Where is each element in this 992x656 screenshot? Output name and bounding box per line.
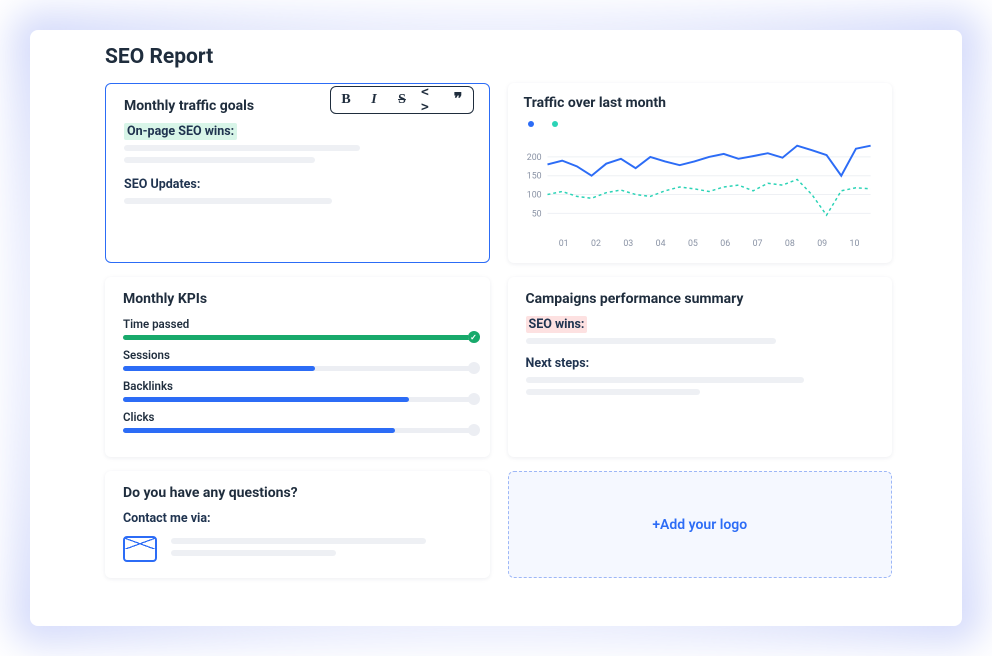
kpi-end-marker: [468, 362, 480, 374]
code-button[interactable]: < >: [421, 91, 439, 109]
placeholder-line: [124, 198, 332, 204]
kpi-label: Backlinks: [123, 379, 472, 393]
svg-text:06: 06: [720, 239, 730, 249]
kpi-end-marker: [468, 393, 480, 405]
check-icon: ✓: [468, 331, 480, 343]
svg-text:200: 200: [526, 153, 541, 163]
chart-legend: [528, 121, 877, 127]
kpi-row: Clicks: [123, 410, 472, 433]
kpi-track: ✓: [123, 335, 472, 340]
card-title: Monthly KPIs: [123, 291, 472, 307]
campaigns-section-1: SEO wins:: [526, 317, 875, 332]
quote-button[interactable]: ❞: [449, 91, 467, 109]
page-title: SEO Report: [105, 45, 942, 69]
kpi-fill: [123, 428, 395, 433]
kpi-track: [123, 428, 472, 433]
kpi-label: Sessions: [123, 348, 472, 362]
kpi-fill: [123, 397, 409, 402]
monthly-kpis-card: Monthly KPIs Time passed✓SessionsBacklin…: [105, 277, 490, 457]
legend-dot-series2: [552, 121, 558, 127]
kpi-row: Backlinks: [123, 379, 472, 402]
placeholder-line: [124, 145, 360, 151]
placeholder-line: [171, 550, 336, 556]
svg-text:04: 04: [655, 239, 665, 249]
svg-text:150: 150: [526, 172, 541, 182]
text-format-toolbar: B I S < > ❞: [330, 86, 474, 114]
svg-text:100: 100: [526, 190, 541, 200]
campaigns-section-2: Next steps:: [526, 356, 875, 371]
svg-text:01: 01: [558, 239, 568, 249]
contact-sub: Contact me via:: [123, 511, 472, 526]
svg-text:50: 50: [531, 209, 541, 219]
kpi-fill: [123, 335, 472, 340]
contact-card: Do you have any questions? Contact me vi…: [105, 471, 490, 578]
kpi-track: [123, 366, 472, 371]
traffic-line-chart: 50 100 150 200 01 02 03 04 05 06 07 08 09 10: [524, 131, 877, 251]
kpi-end-marker: ✓: [468, 331, 480, 343]
svg-text:02: 02: [591, 239, 601, 249]
kpi-label: Time passed: [123, 317, 472, 331]
traffic-chart-card: Traffic over last month 50 100 150 200 01 02…: [508, 83, 893, 263]
placeholder-line: [526, 389, 700, 395]
add-logo-button[interactable]: +Add your logo: [508, 471, 893, 578]
card-title: Campaigns performance summary: [526, 291, 875, 307]
card-title: Do you have any questions?: [123, 485, 472, 501]
goals-section-1: On-page SEO wins:: [124, 124, 471, 139]
kpi-fill: [123, 366, 315, 371]
legend-dot-series1: [528, 121, 534, 127]
kpi-label: Clicks: [123, 410, 472, 424]
strikethrough-button[interactable]: S: [393, 91, 411, 109]
svg-text:10: 10: [849, 239, 859, 249]
goals-section-2: SEO Updates:: [124, 177, 471, 192]
italic-button[interactable]: I: [365, 91, 383, 109]
placeholder-line: [124, 157, 315, 163]
kpi-track: [123, 397, 472, 402]
kpi-end-marker: [468, 424, 480, 436]
placeholder-line: [526, 338, 777, 344]
kpi-row: Sessions: [123, 348, 472, 371]
card-title: Traffic over last month: [524, 95, 877, 111]
campaigns-summary-card: Campaigns performance summary SEO wins: …: [508, 277, 893, 457]
placeholder-line: [171, 538, 426, 544]
svg-text:08: 08: [784, 239, 794, 249]
bold-button[interactable]: B: [337, 91, 355, 109]
add-logo-label: +Add your logo: [652, 517, 747, 533]
kpi-row: Time passed ✓: [123, 317, 472, 340]
svg-text:05: 05: [687, 239, 697, 249]
svg-text:03: 03: [623, 239, 633, 249]
placeholder-line: [526, 377, 805, 383]
mail-icon[interactable]: [123, 536, 157, 562]
svg-text:07: 07: [752, 239, 762, 249]
svg-text:09: 09: [817, 239, 827, 249]
